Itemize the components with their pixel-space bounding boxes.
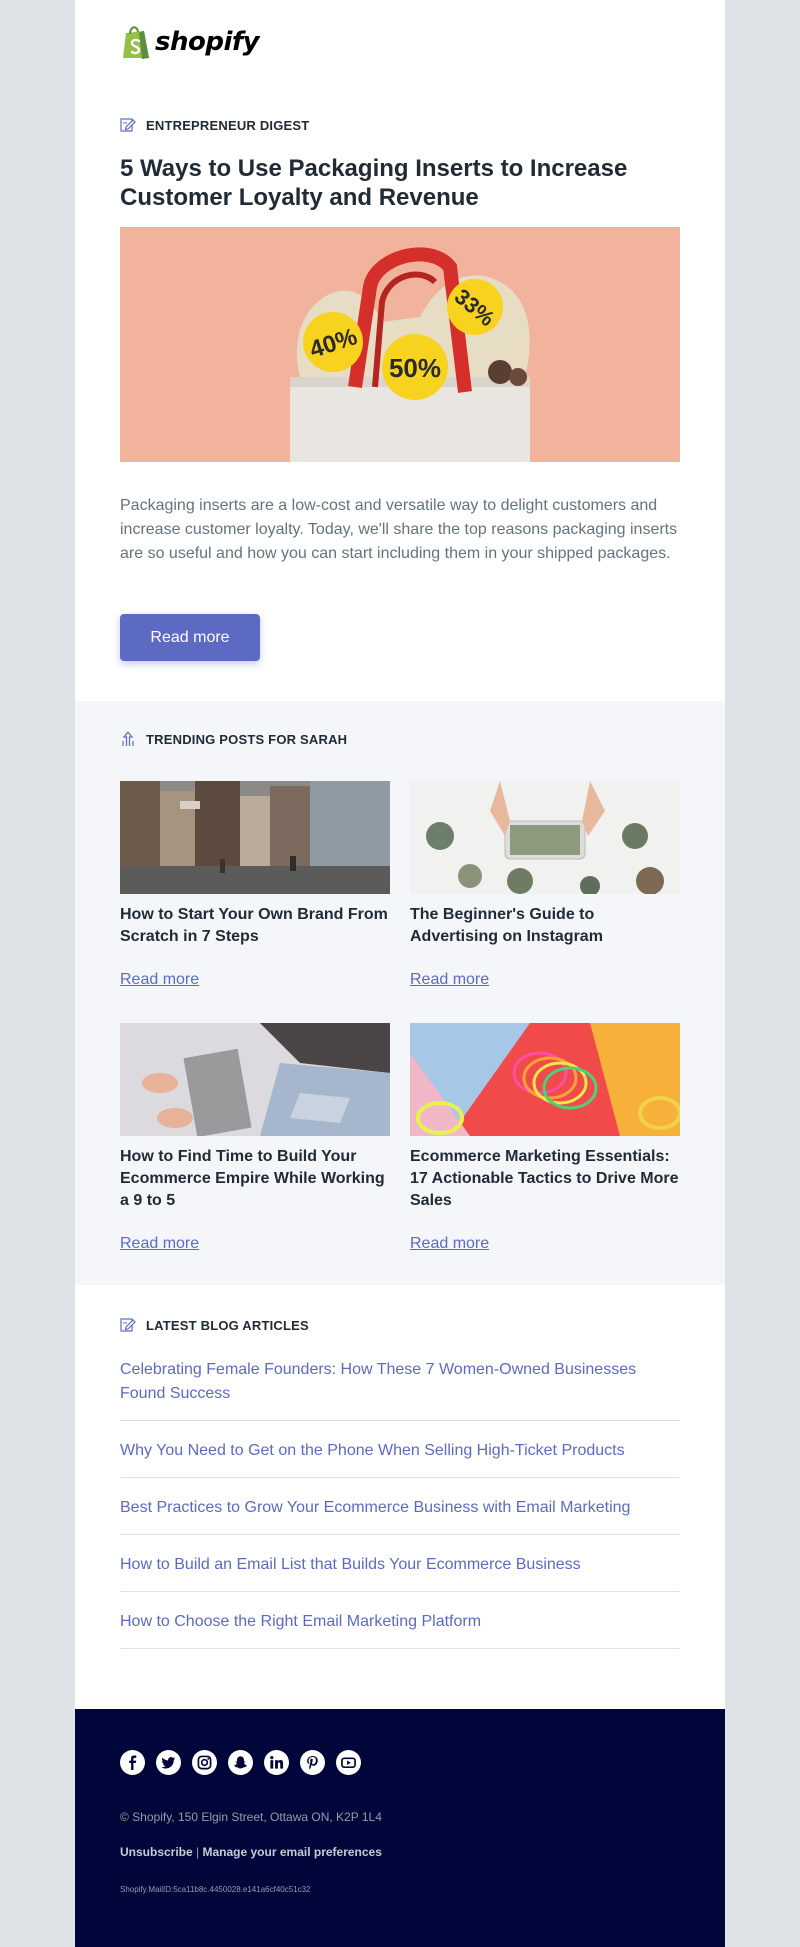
unsubscribe-link[interactable]: Unsubscribe <box>120 1845 193 1859</box>
article-link[interactable]: How to Choose the Right Email Marketing … <box>120 1592 680 1649</box>
section-title: TRENDING POSTS FOR SARAH <box>146 731 348 747</box>
shopify-logo[interactable]: shopify <box>120 24 260 60</box>
hero-title[interactable]: 5 Ways to Use Packaging Inserts to Incre… <box>120 154 680 212</box>
footer: © Shopify, 150 Elgin Street, Ottawa ON, … <box>75 1709 725 1947</box>
mail-id: Shopify.MailID:5ca11b8c.4450028.e141a6cf… <box>120 1885 311 1894</box>
linkedin-icon[interactable] <box>264 1750 289 1775</box>
read-more-link[interactable]: Read more <box>410 971 489 989</box>
facebook-icon[interactable] <box>120 1750 145 1775</box>
svg-text:50%: 50% <box>389 353 441 383</box>
post-image-laptop <box>120 1023 390 1136</box>
trending-header: TRENDING POSTS FOR SARAH <box>120 731 347 747</box>
tag-50: 50% <box>382 334 448 400</box>
manage-preferences-link[interactable]: Manage your email preferences <box>203 1845 382 1859</box>
read-more-link[interactable]: Read more <box>120 1235 199 1253</box>
read-more-link[interactable]: Read more <box>410 1235 489 1253</box>
youtube-icon[interactable] <box>336 1750 361 1775</box>
link-separator: | <box>196 1845 200 1859</box>
article-link[interactable]: Best Practices to Grow Your Ecommerce Bu… <box>120 1478 680 1535</box>
shopify-bag-icon <box>123 26 149 59</box>
trending-post-card[interactable]: How to Find Time to Build Your Ecommerce… <box>120 1023 390 1252</box>
post-title[interactable]: The Beginner's Guide to Advertising on I… <box>410 904 680 948</box>
trending-post-card[interactable]: How to Start Your Own Brand From Scratch… <box>120 781 390 988</box>
shopping-bag-illustration: 40% 50% 33% <box>120 227 680 462</box>
pinterest-icon[interactable] <box>300 1750 325 1775</box>
twitter-icon[interactable] <box>156 1750 181 1775</box>
footer-links: Unsubscribe | Manage your email preferen… <box>120 1845 382 1859</box>
post-image-phone <box>410 781 680 894</box>
post-image-street <box>120 781 390 894</box>
section-title: LATEST BLOG ARTICLES <box>146 1317 309 1333</box>
latest-articles-header: LATEST BLOG ARTICLES <box>120 1317 309 1333</box>
trending-post-card[interactable]: Ecommerce Marketing Essentials: 17 Actio… <box>410 1023 680 1252</box>
read-more-button[interactable]: Read more <box>120 614 260 661</box>
post-title[interactable]: How to Start Your Own Brand From Scratch… <box>120 904 390 948</box>
read-more-link[interactable]: Read more <box>120 971 199 989</box>
company-address: © Shopify, 150 Elgin Street, Ottawa ON, … <box>120 1810 382 1824</box>
trending-posts-section: TRENDING POSTS FOR SARAH How to Start Yo… <box>75 701 725 1285</box>
tag-33: 33% <box>447 279 503 335</box>
hero-image[interactable]: 40% 50% 33% <box>120 227 680 462</box>
hero-description: Packaging inserts are a low-cost and ver… <box>120 497 678 562</box>
latest-articles-list: Celebrating Female Founders: How These 7… <box>120 1350 680 1649</box>
shopify-wordmark: shopify <box>155 27 260 57</box>
trending-post-card[interactable]: The Beginner's Guide to Advertising on I… <box>410 781 680 988</box>
pencil-note-icon <box>120 118 136 132</box>
section-title: ENTREPRENEUR DIGEST <box>146 117 310 133</box>
pencil-note-icon <box>120 1318 136 1332</box>
instagram-icon[interactable] <box>192 1750 217 1775</box>
tag-40: 40% <box>303 312 363 372</box>
article-link[interactable]: Why You Need to Get on the Phone When Se… <box>120 1421 680 1478</box>
snapchat-icon[interactable] <box>228 1750 253 1775</box>
article-link[interactable]: Celebrating Female Founders: How These 7… <box>120 1350 680 1421</box>
post-title[interactable]: Ecommerce Marketing Essentials: 17 Actio… <box>410 1146 680 1212</box>
trending-arrow-icon <box>122 731 134 746</box>
social-links <box>120 1750 361 1775</box>
entrepreneur-digest-header: ENTREPRENEUR DIGEST <box>120 117 309 133</box>
post-image-slinky <box>410 1023 680 1136</box>
post-title[interactable]: How to Find Time to Build Your Ecommerce… <box>120 1146 390 1212</box>
article-link[interactable]: How to Build an Email List that Builds Y… <box>120 1535 680 1592</box>
email-body: shopify ENTREPRENEUR DIGEST 5 Ways to Us… <box>75 0 725 1947</box>
